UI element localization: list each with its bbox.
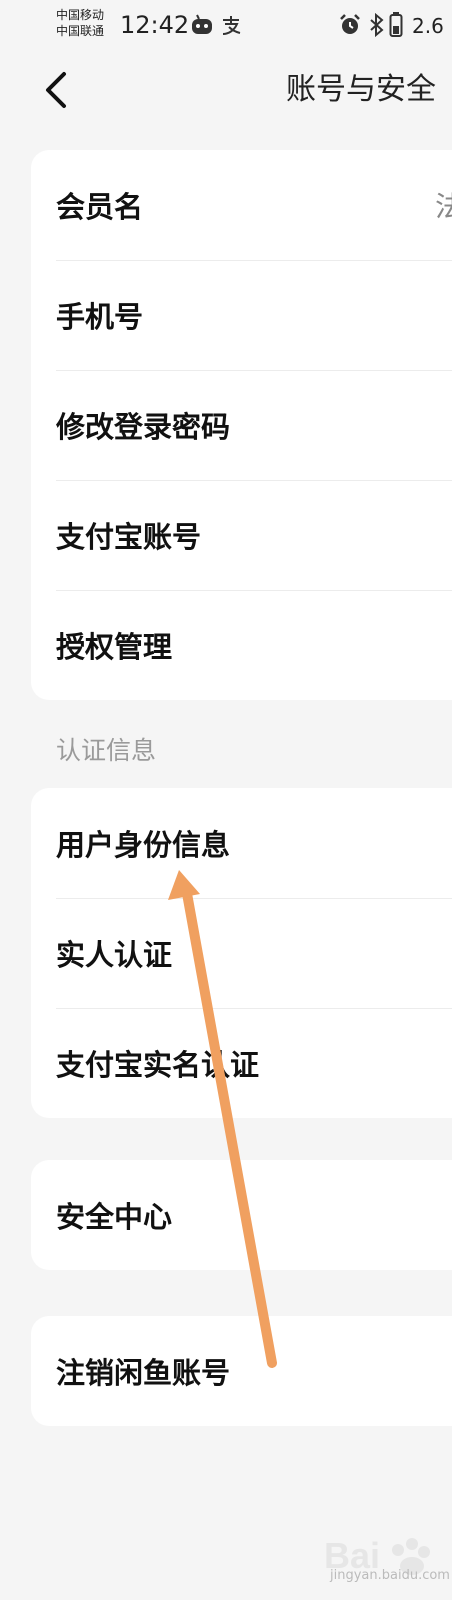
battery-icon <box>389 12 403 37</box>
row-label: 手机号 <box>56 300 144 334</box>
carrier-2: 中国联通 <box>56 24 105 38</box>
member-name-row[interactable]: 会员名 法 <box>31 150 452 260</box>
watermark-text: jingyan.baidu.com <box>330 1568 450 1583</box>
back-button[interactable] <box>38 68 78 112</box>
member-name-value: 法 <box>435 190 452 223</box>
section-header-verification: 认证信息 <box>56 736 157 765</box>
row-label: 授权管理 <box>56 630 173 664</box>
security-center-row[interactable]: 安全中心 <box>31 1160 452 1270</box>
alarm-icon <box>340 14 360 34</box>
page-title: 账号与安全 <box>286 72 436 107</box>
status-bar: 中国移动 中国联通 12:42 2.6 <box>0 0 452 52</box>
battery-text: 2.6 <box>412 14 444 38</box>
row-label: 用户身份信息 <box>56 828 231 862</box>
cancel-account-card: 注销闲鱼账号 <box>31 1316 452 1426</box>
account-card: 会员名 法 手机号 修改登录密码 支付宝账号 授权管理 <box>31 150 452 700</box>
status-time: 12:42 <box>120 11 190 39</box>
cancel-account-row[interactable]: 注销闲鱼账号 <box>31 1316 452 1426</box>
row-label: 实人认证 <box>56 938 173 972</box>
change-password-row[interactable]: 修改登录密码 <box>31 370 452 480</box>
row-label: 支付宝账号 <box>56 520 202 554</box>
android-bot-icon <box>192 14 212 34</box>
row-label: 注销闲鱼账号 <box>56 1356 231 1390</box>
user-identity-row[interactable]: 用户身份信息 <box>31 788 452 898</box>
row-label: 支付宝实名认证 <box>56 1048 260 1082</box>
bluetooth-icon <box>370 13 384 37</box>
alipay-realname-row[interactable]: 支付宝实名认证 <box>31 1008 452 1118</box>
alipay-account-row[interactable]: 支付宝账号 <box>31 480 452 590</box>
phone-row[interactable]: 手机号 <box>31 260 452 370</box>
row-label: 会员名 <box>56 190 144 224</box>
security-card: 安全中心 <box>31 1160 452 1270</box>
baidu-watermark-logo: Bai <box>324 1535 430 1576</box>
chevron-left-icon <box>46 72 66 108</box>
alipay-icon <box>222 16 241 35</box>
authorization-row[interactable]: 授权管理 <box>31 590 452 700</box>
carrier-labels: 中国移动 中国联通 <box>56 7 104 39</box>
row-label: 修改登录密码 <box>56 410 231 444</box>
row-label: 安全中心 <box>56 1200 173 1234</box>
carrier-1: 中国移动 <box>56 8 105 22</box>
verification-card: 用户身份信息 实人认证 支付宝实名认证 <box>31 788 452 1118</box>
face-verification-row[interactable]: 实人认证 <box>31 898 452 1008</box>
